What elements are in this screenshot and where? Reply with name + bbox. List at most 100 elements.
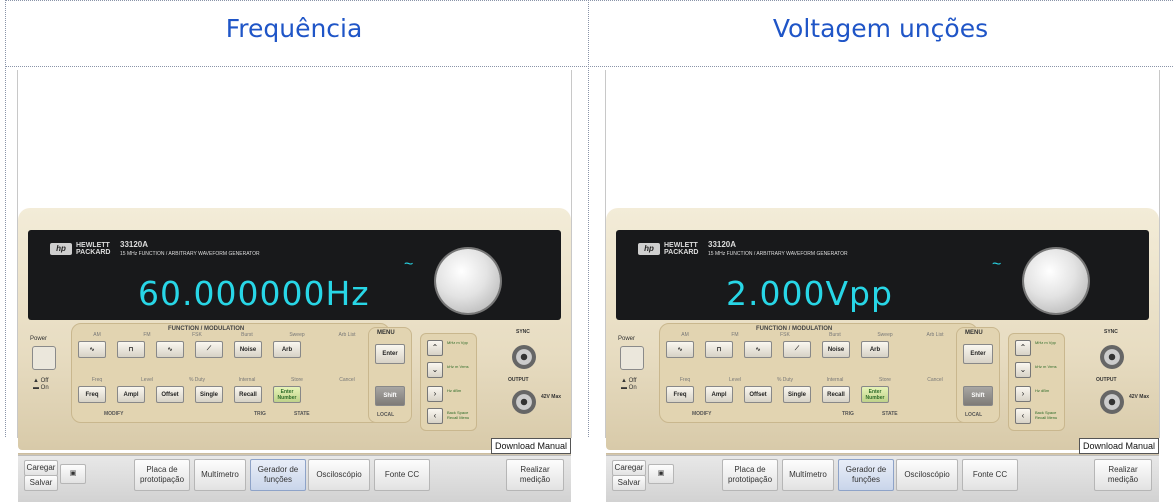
shift-key[interactable]: Shift [963,386,993,406]
sync-label: SYNC [516,329,530,335]
function-key-6[interactable]: Arb [861,341,889,358]
function-key-3[interactable]: ∿ [156,341,184,358]
model-number: 33120A [120,240,149,249]
left-arrow-icon[interactable]: ‹ [1015,408,1031,424]
load-button[interactable]: Caregar [24,460,58,476]
max-voltage-label: 42V Max [541,394,562,400]
multimeter-button[interactable]: Multímetro [782,459,834,491]
state-label: STATE [294,411,310,417]
measure-button[interactable]: Realizar medição [506,459,564,491]
modify-key-1[interactable]: Freq [78,386,106,403]
download-manual-button[interactable]: Download Manual [490,438,571,454]
row2-label: Internal [826,377,844,383]
row2-keys: Freq Ampl Offset Single Recall Enter Number [666,386,889,403]
power-state-label: ▲ Off ▬ On [621,378,637,391]
modify-key-5[interactable]: Recall [234,386,262,403]
function-key-1[interactable]: ∿ [666,341,694,358]
trig-label: TRIG [842,411,854,417]
modify-key-4[interactable]: Single [195,386,223,403]
function-key-2[interactable]: ⊓ [705,341,733,358]
brand-line1: HEWLETT [76,242,110,249]
modify-key-3[interactable]: Offset [156,386,184,403]
menu-panel: MENU Enter Shift LOCAL [956,327,1000,423]
model-subtitle: 15 MHz FUNCTION / ARBITRARY WAVEFORM GEN… [708,251,848,257]
modify-key-5[interactable]: Recall [822,386,850,403]
save-button[interactable]: Salvar [612,475,646,491]
hp-logo: hp HEWLETT PACKARD [638,242,698,256]
rotary-knob[interactable] [1024,249,1088,313]
breadboard-button[interactable]: Placa de prototipação [722,459,778,491]
shift-key[interactable]: Shift [375,386,405,406]
down-arrow-icon[interactable]: ⌄ [1015,362,1031,378]
function-generator-button[interactable]: Gerador de funções [250,459,306,491]
power-button[interactable] [620,346,644,370]
down-arrow-icon[interactable]: ⌄ [427,362,443,378]
right-arrow-icon[interactable]: › [1015,386,1031,402]
function-key-6[interactable]: Arb [273,341,301,358]
modify-key-2[interactable]: Ampl [117,386,145,403]
row2-labels: Freq Level % Duty Internal Store Cancel [84,377,360,383]
power-button[interactable] [32,346,56,370]
trig-label: TRIG [254,411,266,417]
save-button[interactable]: Salvar [24,475,58,491]
output-connector[interactable] [1100,390,1124,414]
calculator-icon[interactable]: ▣ [60,464,86,484]
modify-key-4[interactable]: Single [783,386,811,403]
up-arrow-icon[interactable]: ⌃ [427,340,443,356]
row2-label: Cancel [927,377,943,383]
function-key-5[interactable]: Noise [822,341,850,358]
function-key-1[interactable]: ∿ [78,341,106,358]
brand-line1: HEWLETT [664,242,698,249]
up-arrow-icon[interactable]: ⌃ [1015,340,1031,356]
breadboard-button[interactable]: Placa de prototipação [134,459,190,491]
enter-key[interactable]: Enter [963,344,993,364]
model-label: 33120A 15 MHz FUNCTION / ARBITRARY WAVEFO… [120,241,260,258]
multimeter-button[interactable]: Multímetro [194,459,246,491]
modify-key-1[interactable]: Freq [666,386,694,403]
sync-connector[interactable] [512,345,536,369]
row2-label: Cancel [339,377,355,383]
function-key-4[interactable]: ⟋ [195,341,223,358]
modify-key-3[interactable]: Offset [744,386,772,403]
row2-label: % Duty [776,377,794,383]
display-bezel: hp HEWLETT PACKARD 33120A 15 MHz FUNCTION … [616,230,1149,320]
sync-connector[interactable] [1100,345,1124,369]
row2-label: Level [141,377,153,383]
row1-label: AM [93,332,101,338]
modify-key-6[interactable]: Enter Number [861,386,889,403]
function-generator-button[interactable]: Gerador de funções [838,459,894,491]
right-arrow-icon[interactable]: › [427,386,443,402]
model-label: 33120A 15 MHz FUNCTION / ARBITRARY WAVEFO… [708,241,848,258]
state-label: STATE [882,411,898,417]
output-connector[interactable] [512,390,536,414]
local-label: LOCAL [377,412,395,418]
modify-key-6[interactable]: Enter Number [273,386,301,403]
oscilloscope-button[interactable]: Osciloscópio [308,459,370,491]
menu-title: MENU [377,330,395,336]
arrow-label-1: MHz m Vpp [447,340,468,345]
calculator-icon[interactable]: ▣ [648,464,674,484]
dc-source-button[interactable]: Fonte CC [962,459,1018,491]
panel-title: Voltagem unções [772,14,989,43]
row2-label: Freq [679,377,691,383]
waveform-indicator-icon: ~ [404,256,414,273]
left-arrow-icon[interactable]: ‹ [427,408,443,424]
function-panel [659,323,978,423]
arrow-label-4: Back Space Recall Menu [1035,410,1058,420]
enter-key[interactable]: Enter [375,344,405,364]
dc-source-button[interactable]: Fonte CC [374,459,430,491]
modify-key-2[interactable]: Ampl [705,386,733,403]
function-key-2[interactable]: ⊓ [117,341,145,358]
rotary-knob[interactable] [436,249,500,313]
model-number: 33120A [708,240,737,249]
download-manual-button[interactable]: Download Manual [1078,438,1159,454]
measure-button[interactable]: Realizar medição [1094,459,1152,491]
row1-label: FSK [780,332,790,338]
function-key-3[interactable]: ∿ [744,341,772,358]
power-label: Power [618,336,636,342]
function-key-5[interactable]: Noise [234,341,262,358]
row1-keys: ∿ ⊓ ∿ ⟋ Noise Arb [666,341,889,358]
function-key-4[interactable]: ⟋ [783,341,811,358]
load-button[interactable]: Caregar [612,460,646,476]
oscilloscope-button[interactable]: Osciloscópio [896,459,958,491]
